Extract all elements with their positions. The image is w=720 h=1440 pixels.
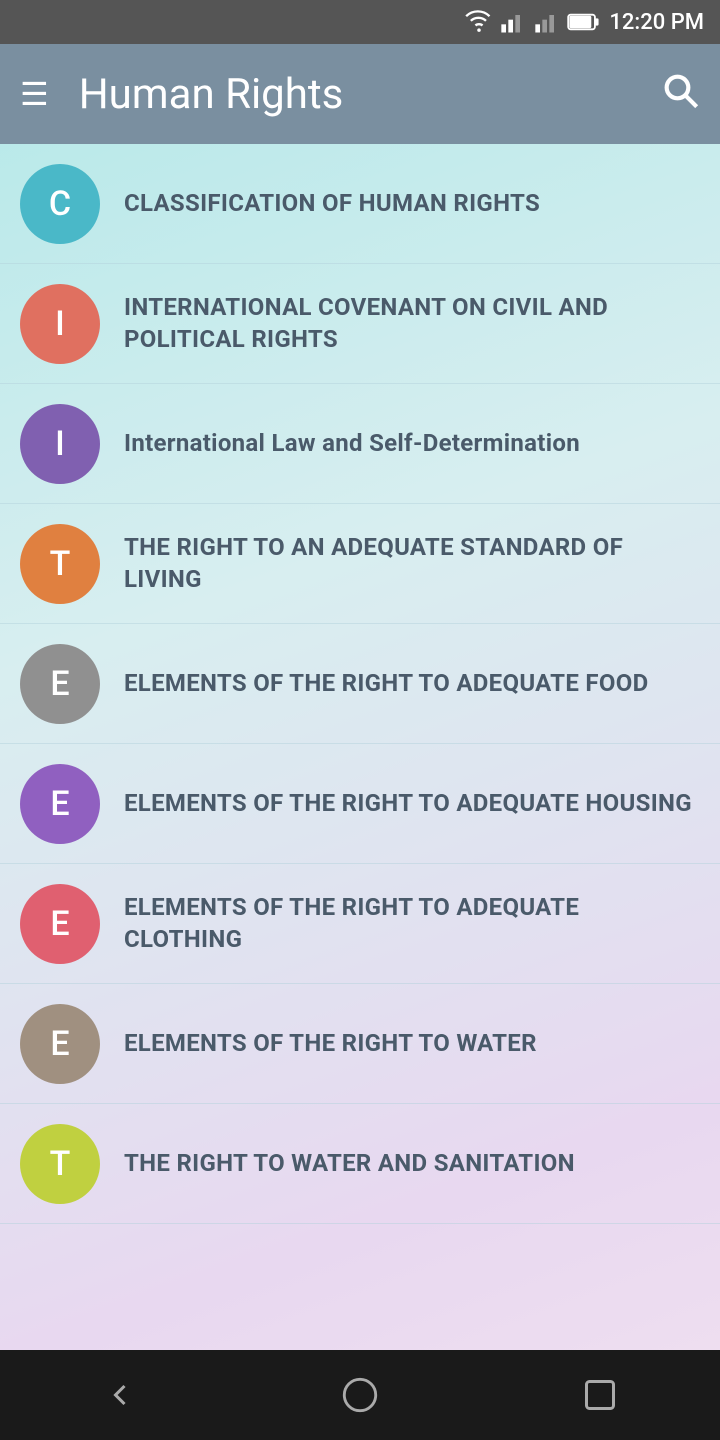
avatar-water-sanitation: T <box>20 1124 100 1204</box>
bottom-nav <box>0 1350 720 1440</box>
list-item-water[interactable]: E ELEMENTS OF THE RIGHT TO WATER <box>0 984 720 1104</box>
battery-icon <box>567 12 601 32</box>
home-button[interactable] <box>320 1365 400 1425</box>
recent-button[interactable] <box>560 1365 640 1425</box>
wifi-icon <box>465 8 493 36</box>
avatar-classification: C <box>20 164 100 244</box>
status-icons <box>465 8 601 36</box>
list-item-housing[interactable]: E ELEMENTS OF THE RIGHT TO ADEQUATE HOUSI… <box>0 744 720 864</box>
avatar-clothing: E <box>20 884 100 964</box>
avatar-water: E <box>20 1004 100 1084</box>
list-item-intl-law[interactable]: I International Law and Self-Determinatio… <box>0 384 720 504</box>
item-text-covenant: INTERNATIONAL COVENANT ON CIVIL AND POLI… <box>124 292 700 354</box>
list-item-adequate-living[interactable]: T THE RIGHT TO AN ADEQUATE STANDARD OF LI… <box>0 504 720 624</box>
list-item-clothing[interactable]: E ELEMENTS OF THE RIGHT TO ADEQUATE CLOTH… <box>0 864 720 984</box>
app-title: Human Rights <box>79 70 660 119</box>
avatar-food: E <box>20 644 100 724</box>
signal-icon <box>499 8 527 36</box>
menu-icon[interactable]: ☰ <box>20 78 49 110</box>
search-icon[interactable] <box>660 70 700 119</box>
item-text-water: ELEMENTS OF THE RIGHT TO WATER <box>124 1028 537 1059</box>
avatar-intl-law: I <box>20 404 100 484</box>
app-bar: ☰ Human Rights <box>0 44 720 144</box>
list-item-classification[interactable]: C CLASSIFICATION OF HUMAN RIGHTS <box>0 144 720 264</box>
list-item-covenant[interactable]: I INTERNATIONAL COVENANT ON CIVIL AND POL… <box>0 264 720 384</box>
item-text-food: ELEMENTS OF THE RIGHT TO ADEQUATE FOOD <box>124 668 648 699</box>
back-button[interactable] <box>80 1365 160 1425</box>
status-bar: 12:20 PM <box>0 0 720 44</box>
avatar-adequate-living: T <box>20 524 100 604</box>
item-text-intl-law: International Law and Self-Determination <box>124 428 580 459</box>
item-text-classification: CLASSIFICATION OF HUMAN RIGHTS <box>124 188 540 219</box>
list-item-food[interactable]: E ELEMENTS OF THE RIGHT TO ADEQUATE FOOD <box>0 624 720 744</box>
avatar-housing: E <box>20 764 100 844</box>
item-text-clothing: ELEMENTS OF THE RIGHT TO ADEQUATE CLOTHI… <box>124 892 700 954</box>
main-list: C CLASSIFICATION OF HUMAN RIGHTS I INTERNAT… <box>0 144 720 1350</box>
status-time: 12:20 PM <box>609 10 704 35</box>
item-text-water-sanitation: THE RIGHT TO WATER AND SANITATION <box>124 1148 575 1179</box>
item-text-adequate-living: THE RIGHT TO AN ADEQUATE STANDARD OF LIV… <box>124 532 700 594</box>
avatar-covenant: I <box>20 284 100 364</box>
item-text-housing: ELEMENTS OF THE RIGHT TO ADEQUATE HOUSIN… <box>124 788 692 819</box>
signal2-icon <box>533 8 561 36</box>
list-item-water-sanitation[interactable]: T THE RIGHT TO WATER AND SANITATION <box>0 1104 720 1224</box>
